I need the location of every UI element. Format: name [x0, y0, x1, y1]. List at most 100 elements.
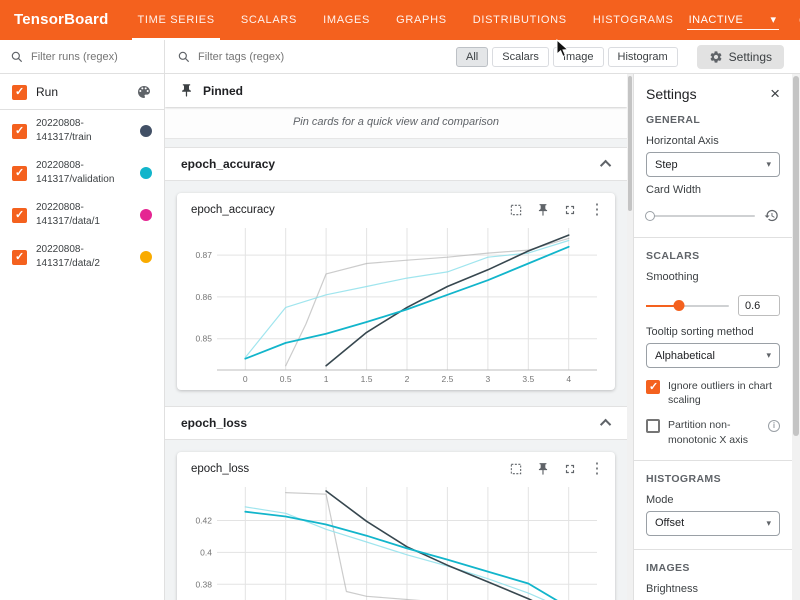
runs-sidebar: Run 20220808-141317/train 20220808-14131… — [0, 74, 165, 600]
tab-scalars[interactable]: SCALARS — [228, 0, 310, 40]
histogram-mode-label: Mode — [646, 494, 780, 506]
smoothing-label: Smoothing — [646, 271, 780, 283]
run-color-dot — [140, 209, 152, 221]
svg-text:0.4: 0.4 — [200, 547, 212, 557]
gear-icon — [709, 50, 723, 64]
run-row-train[interactable]: 20220808-141317/train — [0, 110, 164, 152]
close-icon[interactable]: × — [770, 87, 780, 101]
tab-distributions[interactable]: DISTRIBUTIONS — [460, 0, 580, 40]
histogram-mode-select[interactable]: Offset ▾ — [646, 511, 780, 536]
run-checkbox[interactable] — [12, 208, 27, 223]
svg-text:0.5: 0.5 — [280, 374, 292, 384]
run-color-dot — [140, 251, 152, 263]
chip-all[interactable]: All — [456, 47, 488, 67]
svg-text:0.42: 0.42 — [195, 516, 212, 526]
chip-image[interactable]: Image — [553, 47, 604, 67]
app-header: TensorBoard TIME SERIES SCALARS IMAGES G… — [0, 0, 800, 40]
filter-runs-input[interactable] — [31, 51, 141, 63]
run-row-data-1[interactable]: 20220808-141317/data/1 — [0, 194, 164, 236]
theme-contrast-button[interactable] — [793, 7, 800, 33]
collapse-chevron-icon[interactable] — [600, 160, 611, 171]
settings-panel-title: Settings — [646, 86, 697, 102]
chevron-down-icon: ▾ — [771, 13, 777, 26]
run-label: 20220808-141317/data/2 — [36, 243, 131, 271]
run-color-dot — [140, 167, 152, 179]
run-checkbox[interactable] — [12, 250, 27, 265]
card-menu-icon[interactable]: ⋮ — [589, 461, 605, 477]
run-row-validation[interactable]: 20220808-141317/validation — [0, 152, 164, 194]
run-checkbox[interactable] — [12, 124, 27, 139]
card-width-label: Card Width — [646, 184, 780, 196]
smoothing-value-input[interactable]: 0.6 — [738, 295, 780, 316]
card-width-slider[interactable] — [646, 215, 755, 217]
run-color-dot — [140, 125, 152, 137]
search-icon — [10, 50, 24, 64]
tab-histograms[interactable]: HISTOGRAMS — [580, 0, 687, 40]
collapse-chevron-icon[interactable] — [600, 419, 611, 430]
slider-thumb[interactable] — [645, 211, 655, 221]
partition-x-axis-checkbox[interactable] — [646, 419, 660, 433]
fullscreen-icon[interactable] — [562, 461, 578, 477]
tooltip-sorting-select[interactable]: Alphabetical ▾ — [646, 343, 780, 368]
svg-text:0.86: 0.86 — [195, 292, 212, 302]
chevron-down-icon: ▾ — [766, 518, 771, 529]
settings-scrollbar[interactable] — [792, 74, 800, 600]
chip-scalars[interactable]: Scalars — [492, 47, 549, 67]
scalar-card-epoch-loss: epoch_loss ⋮ 00.511.522.533.540.360.380.… — [177, 452, 615, 600]
palette-icon[interactable] — [136, 84, 152, 100]
chip-histogram[interactable]: Histogram — [608, 47, 678, 67]
settings-panel-button[interactable]: Settings — [697, 45, 784, 69]
svg-text:0.85: 0.85 — [195, 334, 212, 344]
run-select-all-checkbox[interactable] — [12, 85, 27, 100]
tab-graphs[interactable]: GRAPHS — [383, 0, 460, 40]
epoch-loss-chart[interactable]: 00.511.522.533.540.360.380.40.42 — [181, 479, 611, 600]
tags-toolbar: All Scalars Image Histogram Settings — [165, 40, 800, 73]
main-scrollbar[interactable] — [627, 74, 633, 600]
svg-text:1: 1 — [324, 374, 329, 384]
fit-domain-icon[interactable] — [508, 461, 524, 477]
reset-icon[interactable] — [764, 208, 780, 224]
card-menu-icon[interactable]: ⋮ — [589, 202, 605, 218]
run-row-data-2[interactable]: 20220808-141317/data/2 — [0, 236, 164, 278]
pin-icon — [179, 83, 194, 98]
divider — [634, 460, 792, 461]
svg-text:2.5: 2.5 — [441, 374, 453, 384]
filter-tags-input[interactable] — [198, 51, 449, 63]
run-checkbox[interactable] — [12, 166, 27, 181]
divider — [634, 549, 792, 550]
section-header-epoch-accuracy[interactable]: epoch_accuracy — [165, 147, 627, 181]
main-nav: TIME SERIES SCALARS IMAGES GRAPHS DISTRI… — [124, 0, 686, 40]
pinned-bar: Pinned — [165, 74, 627, 107]
svg-text:4: 4 — [566, 374, 571, 384]
partition-x-axis-label: Partition non-monotonic X axis — [668, 418, 760, 446]
section-label-histograms: HISTOGRAMS — [646, 473, 780, 485]
fullscreen-icon[interactable] — [562, 202, 578, 218]
settings-scrollbar-thumb[interactable] — [793, 76, 799, 436]
info-icon[interactable]: i — [768, 420, 780, 432]
card-zone: epoch_accuracy ⋮ 00.511.522.533.540.850.… — [165, 181, 627, 404]
fit-domain-icon[interactable] — [508, 202, 524, 218]
pin-card-icon[interactable] — [535, 461, 551, 477]
smoothing-slider[interactable] — [646, 305, 729, 307]
reload-status-select[interactable]: INACTIVE ▾ — [687, 10, 779, 30]
tab-images[interactable]: IMAGES — [310, 0, 383, 40]
filter-toolbar: All Scalars Image Histogram Settings — [0, 40, 800, 74]
tab-time-series[interactable]: TIME SERIES — [124, 0, 227, 40]
svg-text:0.38: 0.38 — [195, 579, 212, 589]
brightness-label: Brightness — [646, 583, 780, 595]
horizontal-axis-select[interactable]: Step ▾ — [646, 152, 780, 177]
runs-header: Run — [0, 74, 164, 110]
card-zone: epoch_loss ⋮ 00.511.522.533.540.360.380.… — [165, 440, 627, 600]
main-scrollbar-thumb[interactable] — [628, 76, 632, 211]
ignore-outliers-checkbox[interactable] — [646, 380, 660, 394]
chevron-down-icon: ▾ — [766, 350, 771, 361]
section-header-epoch-loss[interactable]: epoch_loss — [165, 406, 627, 440]
slider-thumb[interactable] — [674, 300, 685, 311]
epoch-accuracy-chart[interactable]: 00.511.522.533.540.850.860.87 — [181, 220, 611, 390]
cards-main-area: Pinned Pin cards for a quick view and co… — [165, 74, 627, 600]
section-label-scalars: SCALARS — [646, 250, 780, 262]
run-label: 20220808-141317/data/1 — [36, 201, 131, 229]
settings-button-label: Settings — [729, 50, 772, 64]
pin-card-icon[interactable] — [535, 202, 551, 218]
app-brand: TensorBoard — [0, 0, 124, 40]
